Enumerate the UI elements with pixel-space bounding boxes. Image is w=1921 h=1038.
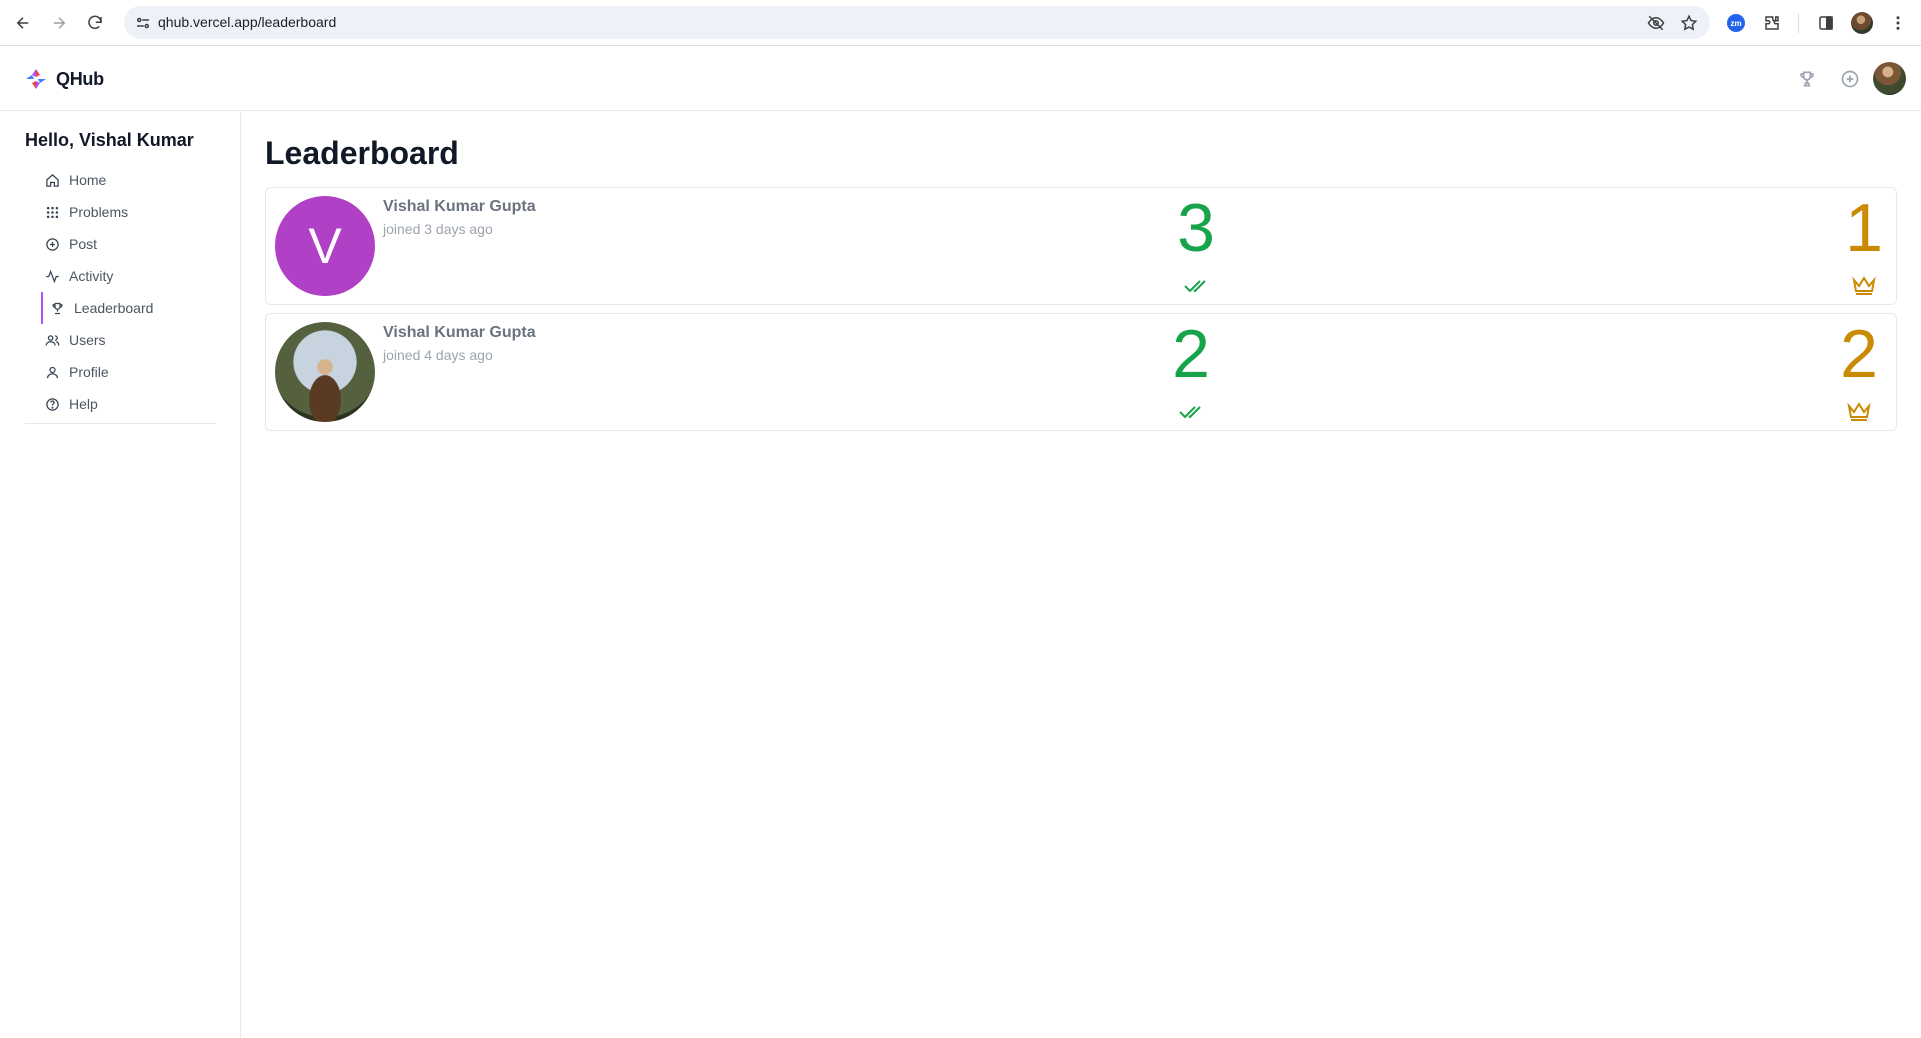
sidebar-divider [25,423,216,424]
user-avatar[interactable] [1873,62,1906,95]
sidebar-item-help[interactable]: Help [41,388,217,420]
site-settings-icon[interactable] [134,14,152,32]
leaderboard-list: V Vishal Kumar Gupta joined 3 days ago 3… [265,187,1897,439]
trophy-icon [52,302,63,314]
extensions-puzzle-icon[interactable] [1760,11,1784,35]
solved-count: 3 [1177,190,1215,266]
chrome-profile-avatar[interactable] [1850,11,1874,35]
leaderboard-row[interactable]: V Vishal Kumar Gupta joined 3 days ago 3… [265,187,1897,305]
rank-number: 1 [1845,190,1883,266]
grid-icon [46,206,59,218]
joined-date: joined 3 days ago [383,221,493,237]
bookmark-star-icon[interactable] [1679,14,1699,32]
sidebar-item-label: Home [69,172,107,188]
url-text[interactable]: qhub.vercel.app/leaderboard [158,14,336,30]
browser-toolbar: qhub.vercel.app/leaderboard zm [0,0,1921,46]
double-check-icon [1179,406,1201,419]
user-name[interactable]: Vishal Kumar Gupta [383,198,536,216]
sidebar-item-label: Problems [69,204,129,220]
add-post-icon[interactable] [1838,67,1862,91]
leaderboard-row[interactable]: Vishal Kumar Gupta joined 4 days ago 2 2 [265,313,1897,431]
greeting: Hello, Vishal Kumar [25,130,194,150]
page-title: Leaderboard [265,135,459,171]
sidebar-item-label: Help [69,396,98,412]
forward-icon[interactable] [47,11,71,35]
avatar[interactable]: V [275,196,375,296]
sidebar-item-label: Profile [69,364,109,380]
sidebar-item-activity[interactable]: Activity [41,260,217,292]
sidebar-nav: Home Problems Post Activity Leaderboard … [41,164,217,420]
sidebar-item-label: Users [69,332,106,348]
user-icon [46,366,59,378]
sidebar-item-home[interactable]: Home [41,164,217,196]
avatar[interactable] [275,322,375,422]
sidebar: Hello, Vishal Kumar Home Problems Post A… [0,112,241,1038]
chrome-menu-icon[interactable] [1886,11,1910,35]
logo[interactable]: QHub [24,67,104,91]
qhub-logo-icon [26,69,46,89]
eye-off-icon[interactable] [1646,14,1666,32]
zoom-extension-badge: zm [1727,14,1745,32]
crown-icon [1852,276,1876,295]
app-header: QHub [0,47,1921,111]
plus-circle-icon [46,237,59,251]
user-name[interactable]: Vishal Kumar Gupta [383,324,536,342]
double-check-icon [1184,280,1206,293]
home-icon [46,173,59,187]
sidebar-item-users[interactable]: Users [41,324,217,356]
sidebar-item-leaderboard[interactable]: Leaderboard [41,292,217,324]
crown-icon [1847,402,1871,421]
side-panel-icon[interactable] [1814,11,1838,35]
joined-date: joined 4 days ago [383,347,493,363]
sidebar-item-label: Leaderboard [74,300,154,316]
sidebar-item-label: Activity [69,268,114,284]
reload-icon[interactable] [83,11,107,35]
back-icon[interactable] [11,11,35,35]
zoom-extension-icon[interactable]: zm [1724,11,1748,35]
sidebar-item-label: Post [69,236,98,252]
toolbar-divider [1798,13,1799,33]
logo-text: QHub [56,68,104,89]
solved-count: 2 [1172,316,1210,392]
sidebar-item-post[interactable]: Post [41,228,217,260]
activity-icon [46,269,59,283]
address-bar[interactable]: qhub.vercel.app/leaderboard [124,6,1710,39]
sidebar-item-problems[interactable]: Problems [41,196,217,228]
rank-number: 2 [1840,316,1878,392]
sidebar-item-profile[interactable]: Profile [41,356,217,388]
help-circle-icon [46,397,59,411]
trophy-icon[interactable] [1795,67,1819,91]
users-icon [45,334,60,346]
